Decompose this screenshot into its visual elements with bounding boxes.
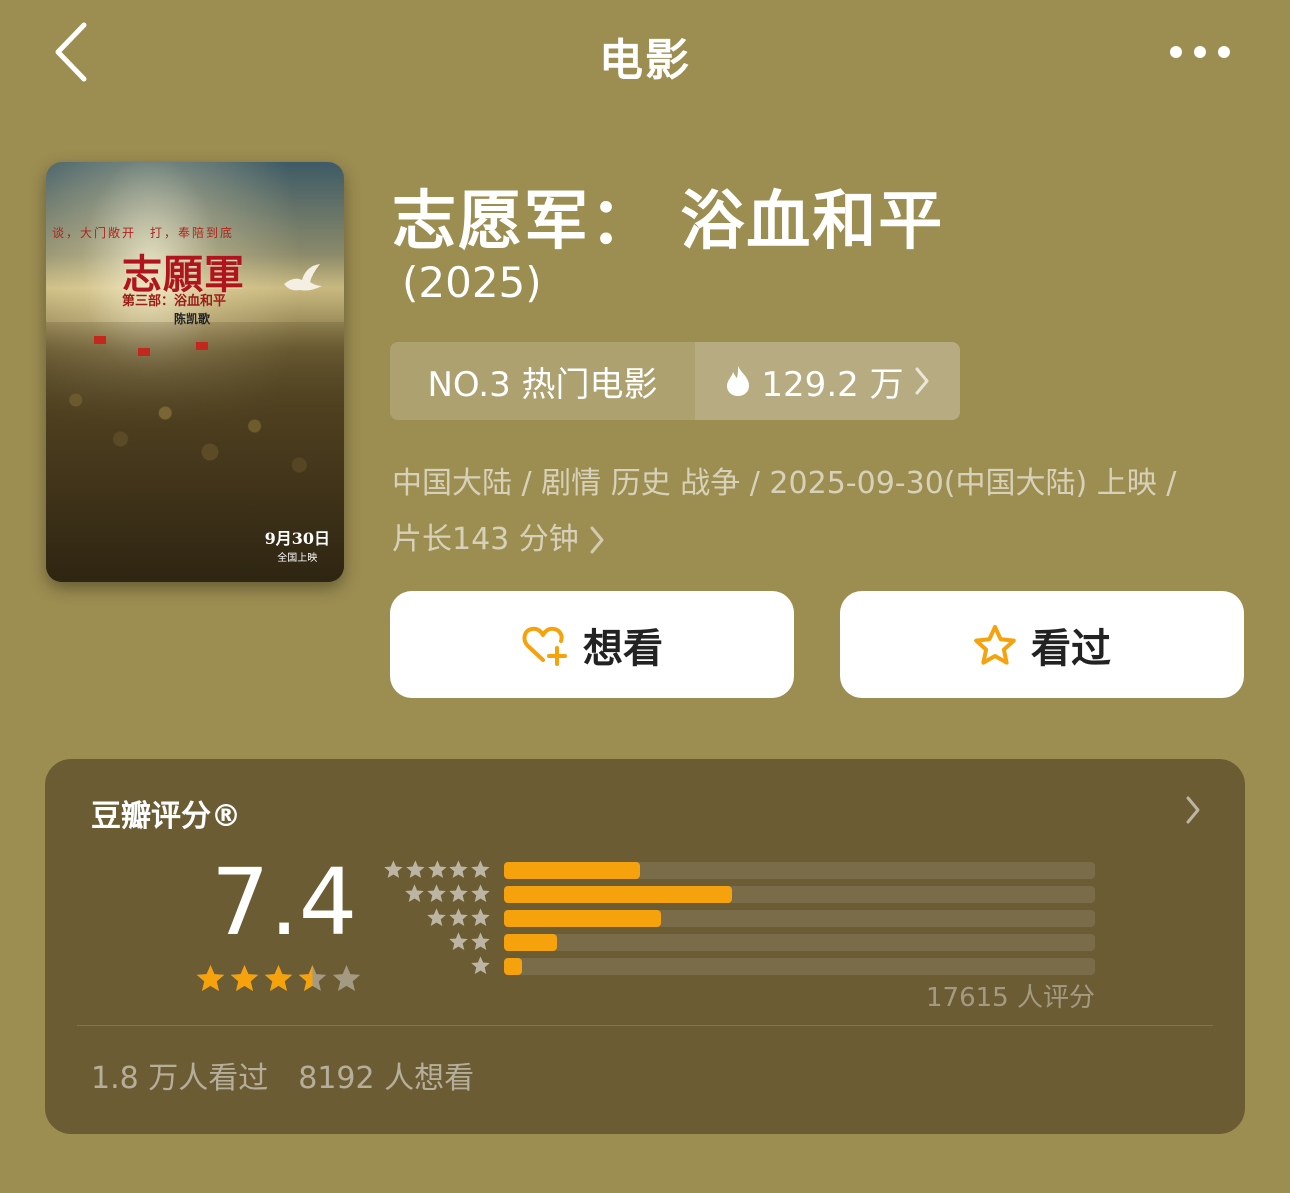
poster-flag: [138, 348, 150, 356]
distribution-bar: [504, 862, 1095, 879]
chevron-right-icon: [590, 526, 604, 554]
flame-icon: [727, 366, 750, 396]
more-button[interactable]: [1160, 30, 1240, 74]
heart-plus-icon: [522, 626, 567, 666]
star-icon: [471, 932, 490, 950]
more-dot: [1218, 46, 1230, 58]
want-count: 8192 人想看: [298, 1061, 475, 1096]
chevron-right-icon: [915, 367, 929, 395]
distribution-fill: [504, 862, 640, 879]
star-icon: [298, 964, 327, 992]
rating-count: 17615 人评分: [926, 983, 1095, 1013]
distribution-stars: [383, 931, 491, 952]
distribution-stars: [383, 907, 491, 928]
star-icon: [264, 964, 293, 992]
movie-title: 志愿军： 浴血和平: [392, 185, 945, 259]
star-icon: [332, 964, 361, 992]
poster-subtitle: 第三部：浴血和平: [122, 294, 227, 309]
distribution-fill: [504, 886, 732, 903]
meta-duration-row: 片长143 分钟: [392, 512, 1252, 568]
watched-button[interactable]: 看过: [840, 591, 1244, 698]
poster-flag: [196, 342, 208, 350]
distribution-bar: [504, 886, 1095, 903]
divider: [77, 1025, 1213, 1026]
star-icon: [427, 860, 447, 878]
star-icon: [471, 884, 490, 902]
distribution-bar: [504, 958, 1095, 975]
poster-tagline: 谈，大门敞开 打，奉陪到底: [52, 226, 235, 240]
chevron-right-icon[interactable]: [1185, 795, 1201, 825]
star-icon: [405, 884, 424, 902]
poster-date-note: 全国上映: [277, 553, 318, 564]
meta-line: 中国大陆 / 剧情 历史 战争 / 2025-09-30(中国大陆) 上映 /: [392, 466, 1177, 501]
more-dot: [1194, 46, 1206, 58]
seen-label: 看过: [1031, 625, 1111, 672]
star-icon: [196, 964, 225, 992]
distribution-bar: [504, 910, 1095, 927]
watch-stats: 1.8 万人看过 8192 人想看: [91, 1053, 474, 1097]
rating-score: 7.4: [211, 849, 358, 956]
poster-flag: [94, 336, 106, 344]
rank-badge[interactable]: NO.3 热门电影 129.2 万: [390, 342, 960, 420]
distribution-stars: [383, 955, 491, 976]
rating-title: 豆瓣评分®: [91, 799, 241, 834]
star-icon: [230, 964, 259, 992]
star-icon: [471, 908, 490, 926]
heat-value: 129.2 万: [761, 364, 904, 405]
star-icon: [449, 932, 468, 950]
rating-stars: [195, 963, 362, 994]
poster-director: 陈凯歌: [174, 312, 211, 326]
star-icon: [449, 860, 468, 878]
star-icon: [471, 860, 490, 878]
distribution-fill: [504, 910, 661, 927]
seen-count: 1.8 万人看过: [91, 1061, 269, 1096]
poster-date: 9月30日: [264, 529, 330, 548]
distribution-bar: [504, 934, 1095, 951]
want-label: 想看: [583, 625, 663, 672]
poster-release: 9月30日 全国上映: [265, 525, 330, 564]
more-dots-icon: [1170, 46, 1182, 58]
star-icon: [406, 860, 425, 878]
distribution-fill: [504, 958, 522, 975]
page-title: 电影: [599, 35, 691, 86]
star-outline-icon: [974, 624, 1016, 665]
rank-label: NO.3 热门电影: [390, 342, 695, 420]
distribution-fill: [504, 934, 558, 951]
distribution-stars: [383, 883, 491, 904]
want-to-watch-button[interactable]: 想看: [390, 591, 794, 698]
movie-poster[interactable]: 谈，大门敞开 打，奉陪到底 志願軍 第三部：浴血和平 陈凯歌 9月30日 全国上…: [46, 162, 344, 582]
star-icon: [449, 884, 468, 902]
meta-duration: 片长143 分钟: [392, 522, 579, 557]
distribution-stars: [383, 859, 491, 880]
star-icon: [384, 860, 403, 878]
movie-meta[interactable]: 中国大陆 / 剧情 历史 战争 / 2025-09-30(中国大陆) 上映 / …: [392, 456, 1252, 568]
star-icon: [471, 956, 490, 974]
rating-card[interactable]: 豆瓣评分® 7.4 17615 人评分 1.8 万人看过 8192 人想看: [45, 759, 1245, 1134]
movie-year: (2025): [402, 258, 542, 307]
heat-indicator: 129.2 万: [695, 342, 960, 420]
star-icon: [427, 884, 446, 902]
dove-icon: [284, 264, 322, 291]
star-icon: [427, 908, 446, 926]
nav-bar: 电影: [0, 0, 1290, 100]
star-icon: [449, 908, 468, 926]
